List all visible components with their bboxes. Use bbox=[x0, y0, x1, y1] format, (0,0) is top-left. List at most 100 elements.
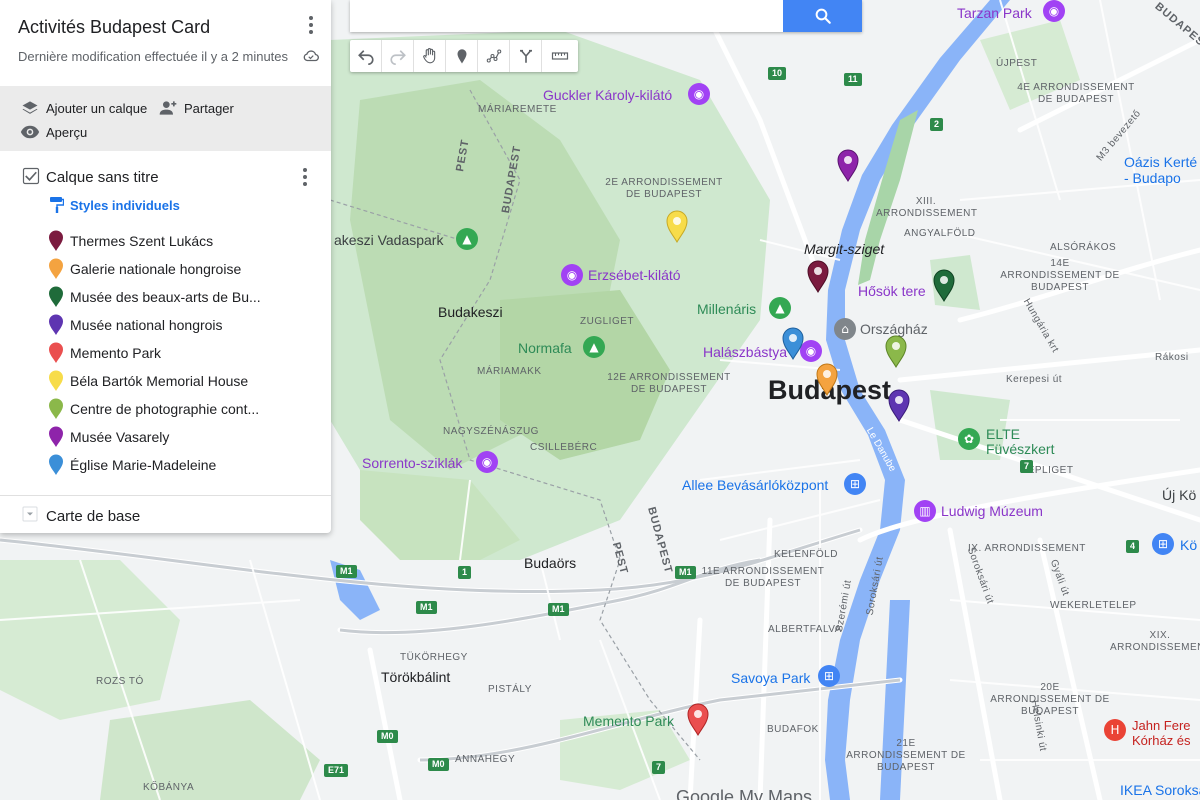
museum-icon: ▥ bbox=[914, 500, 936, 522]
map-marker-marie-madeleine[interactable] bbox=[781, 326, 805, 360]
place-item-photographie[interactable]: Centre de photographie cont... bbox=[48, 395, 259, 423]
poi-label-millenaris[interactable]: Millenáris bbox=[697, 302, 756, 316]
map-marker-musee-national[interactable] bbox=[887, 388, 911, 422]
map-title[interactable]: Activités Budapest Card bbox=[18, 17, 210, 38]
measure-button[interactable] bbox=[542, 40, 578, 72]
eye-icon bbox=[20, 125, 40, 139]
poi-label-tarzan[interactable]: Tarzan Park bbox=[957, 6, 1032, 20]
poi-label-hosok[interactable]: Hősök tere bbox=[858, 284, 926, 298]
district-label-csilleberc: CSILLEBÉRC bbox=[530, 442, 598, 453]
district-label-kelenfold: KELENFÖLD bbox=[774, 549, 838, 560]
map-marker-musee-vasarely[interactable] bbox=[836, 148, 860, 182]
place-item-thermes-szent-lukacs[interactable]: Thermes Szent Lukács bbox=[48, 227, 213, 255]
poi-label-elte[interactable]: ELTE Füvészkert bbox=[986, 427, 1054, 457]
more-vert-icon bbox=[303, 168, 307, 172]
poi-label-ludwig[interactable]: Ludwig Múzeum bbox=[941, 504, 1043, 518]
district-label-angyalfold: ANGYALFÖLD bbox=[904, 228, 976, 239]
district-label-budafok: BUDAFOK bbox=[767, 724, 819, 735]
place-name: Béla Bartók Memorial House bbox=[70, 373, 249, 389]
tree-icon: ▲ bbox=[583, 336, 605, 358]
directions-button[interactable] bbox=[510, 40, 542, 72]
draw-line-icon bbox=[486, 49, 501, 63]
poi-label-savoya[interactable]: Savoya Park bbox=[731, 671, 810, 685]
place-name: Memento Park bbox=[70, 345, 162, 361]
paint-roller-icon bbox=[50, 197, 64, 213]
place-item-memento-park[interactable]: Memento Park bbox=[48, 339, 161, 367]
preview-button[interactable]: Aperçu bbox=[20, 122, 87, 142]
map-marker-szent-lukacs[interactable] bbox=[806, 259, 830, 293]
base-map-label[interactable]: Carte de base bbox=[46, 508, 140, 525]
poi-label-memento[interactable]: Memento Park bbox=[583, 714, 674, 728]
poi-label-guckler[interactable]: Guckler Károly-kilátó bbox=[543, 88, 672, 102]
poi-label-oazis[interactable]: Oázis Kerté - Budapo bbox=[1124, 154, 1197, 186]
add-marker-icon bbox=[457, 49, 466, 64]
place-item-galerie-nationale[interactable]: Galerie nationale hongroise bbox=[48, 255, 241, 283]
district-label-arr14: 14E ARRONDISSEMENT DE BUDAPEST bbox=[1000, 258, 1120, 293]
redo-button[interactable] bbox=[382, 40, 414, 72]
undo-button[interactable] bbox=[350, 40, 382, 72]
map-options-menu-button[interactable] bbox=[301, 13, 321, 37]
layer-visibility-checkbox[interactable] bbox=[22, 167, 40, 185]
base-map-section: Carte de base bbox=[0, 495, 331, 533]
poi-label-allee[interactable]: Allee Bevásárlóközpont bbox=[682, 478, 828, 492]
road-shield-e71: E71 bbox=[324, 764, 349, 777]
layer-name[interactable]: Calque sans titre bbox=[46, 169, 159, 186]
poi-label-ikea[interactable]: IKEA Soroksár bbox=[1120, 783, 1200, 797]
more-vert-icon bbox=[309, 16, 313, 20]
place-item-beaux-arts[interactable]: Musée des beaux-arts de Bu... bbox=[48, 283, 261, 311]
poi-label-vadaspark[interactable]: akeszi Vadaspark bbox=[334, 233, 443, 247]
place-name: Musée national hongrois bbox=[70, 317, 223, 333]
panel-header: Activités Budapest Card Dernière modific… bbox=[0, 0, 331, 86]
share-button[interactable]: Partager bbox=[158, 98, 234, 118]
road-shield-m0: M0 bbox=[377, 730, 398, 743]
map-marker-bela-bartok[interactable] bbox=[665, 209, 689, 243]
road-shield-m1: M1 bbox=[548, 603, 569, 616]
marker-icon bbox=[49, 454, 63, 475]
poi-label-halaszbastya[interactable]: Halászbástya bbox=[703, 345, 787, 359]
flower-icon: ✿ bbox=[958, 428, 980, 450]
poi-label-ujko[interactable]: Új Kö bbox=[1162, 488, 1196, 502]
district-label-arr20: 20E ARRONDISSEMENT DE BUDAPEST bbox=[990, 682, 1110, 717]
search-bar bbox=[350, 0, 862, 32]
shopping-icon: ⊞ bbox=[1152, 533, 1174, 555]
search-input[interactable] bbox=[350, 0, 794, 30]
map-marker-memento-park[interactable] bbox=[686, 702, 710, 736]
island-label-margit: Margit-sziget bbox=[804, 241, 885, 257]
individual-styles-link[interactable]: Styles individuels bbox=[50, 197, 180, 213]
district-label-arr12: 12E ARRONDISSEMENT DE BUDAPEST bbox=[607, 372, 731, 395]
layer-options-menu-button[interactable] bbox=[295, 165, 315, 189]
search-icon bbox=[815, 8, 831, 24]
add-layer-button[interactable]: Ajouter un calque bbox=[20, 98, 147, 118]
google-my-maps-logo: Google My Maps bbox=[676, 787, 813, 800]
map-marker-beaux-arts[interactable] bbox=[932, 268, 956, 302]
map-marker-galerie-nationale[interactable] bbox=[815, 362, 839, 396]
road-shield-m1: M1 bbox=[416, 601, 437, 614]
layers-icon bbox=[22, 101, 38, 114]
poi-label-normafa[interactable]: Normafa bbox=[518, 341, 572, 355]
place-item-musee-national[interactable]: Musée national hongrois bbox=[48, 311, 223, 339]
poi-label-erzsebet[interactable]: Erzsébet-kilátó bbox=[588, 268, 681, 282]
draw-line-button[interactable] bbox=[478, 40, 510, 72]
tree-icon: ▲ bbox=[456, 228, 478, 250]
poi-label-sorrento[interactable]: Sorrento-sziklák bbox=[362, 456, 462, 470]
camera-icon: ◉ bbox=[476, 451, 498, 473]
marker-icon bbox=[49, 342, 63, 363]
place-item-musee-vasarely[interactable]: Musée Vasarely bbox=[48, 423, 169, 451]
redo-icon bbox=[389, 50, 406, 65]
poi-label-ko[interactable]: Kö bbox=[1180, 538, 1197, 552]
expand-base-map-icon[interactable] bbox=[22, 506, 38, 522]
place-name: Thermes Szent Lukács bbox=[70, 233, 214, 249]
district-label-wekerle: WEKERLETELEP bbox=[1050, 600, 1137, 611]
poi-label-jahn[interactable]: Jahn Fere Kórház és bbox=[1132, 718, 1191, 748]
place-item-bela-bartok[interactable]: Béla Bartók Memorial House bbox=[48, 367, 248, 395]
place-item-marie-madeleine[interactable]: Église Marie-Madeleine bbox=[48, 451, 216, 479]
district-label-rozsto: ROZS TÓ bbox=[96, 676, 144, 687]
add-marker-button[interactable] bbox=[446, 40, 478, 72]
map-marker-photographie[interactable] bbox=[884, 334, 908, 368]
search-button[interactable] bbox=[783, 0, 862, 32]
town-label-budaors: Budaörs bbox=[524, 555, 577, 571]
marker-icon bbox=[49, 398, 63, 419]
hand-tool-button[interactable] bbox=[414, 40, 446, 72]
district-label-arr2: 2E ARRONDISSEMENT DE BUDAPEST bbox=[605, 177, 723, 200]
shopping-icon: ⊞ bbox=[818, 665, 840, 687]
